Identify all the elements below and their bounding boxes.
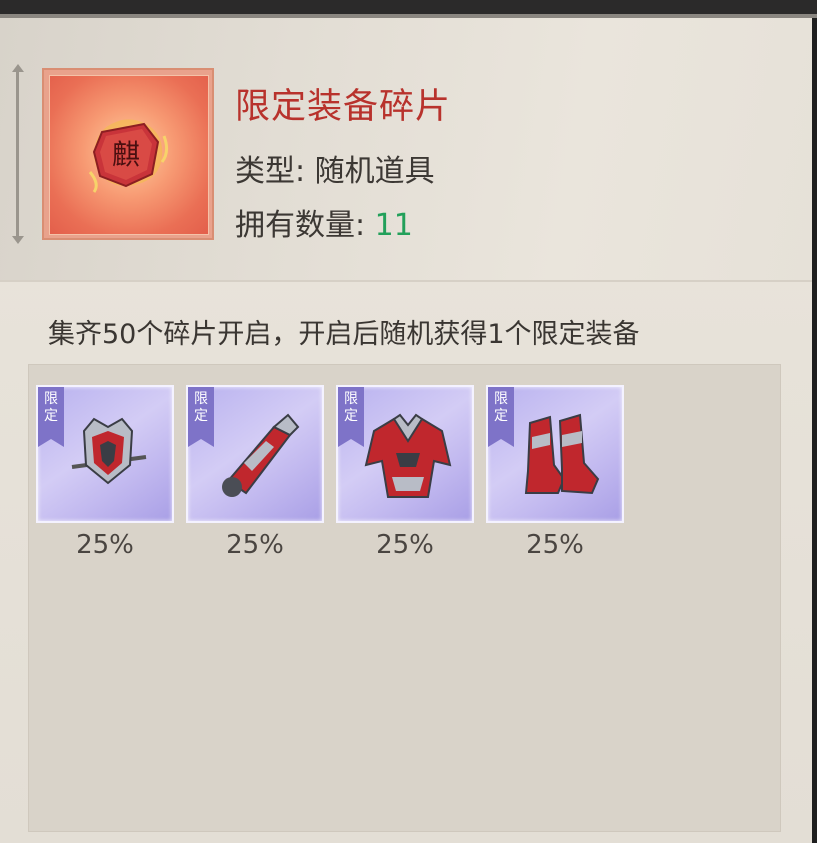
scroll-track[interactable] [16, 72, 19, 238]
item-type-label: 类型: [235, 154, 315, 189]
item-count-value: 11 [374, 208, 413, 243]
reward-item-2[interactable]: 限定 [186, 385, 324, 523]
reward-item-3[interactable]: 限定 [336, 385, 474, 523]
item-description: 集齐50个碎片开启，开启后随机获得1个限定装备 [48, 319, 640, 350]
reward-item-4[interactable]: 限定 [486, 385, 624, 523]
reward-item-1[interactable]: 限定 [36, 385, 174, 523]
header-divider [0, 280, 812, 282]
top-bar [0, 0, 817, 14]
item-icon-background: 麒 [49, 75, 209, 235]
item-count: 拥有数量: 11 [235, 200, 413, 244]
item-name: 限定装备碎片 [235, 87, 452, 127]
reward-chance-3: 25% [376, 530, 434, 560]
item-type: 类型: 随机道具 [235, 146, 435, 190]
reward-chance-4: 25% [526, 530, 584, 560]
panel-edge [812, 18, 817, 843]
gauntlet-icon [222, 413, 300, 497]
helmet-icon [71, 417, 147, 485]
boots-icon [524, 413, 600, 495]
armor-icon [364, 413, 452, 498]
scroll-up-arrow-icon[interactable] [11, 64, 24, 72]
reward-chance-1: 25% [76, 530, 134, 560]
item-icon-frame: 麒 [42, 68, 214, 240]
item-count-label: 拥有数量: [235, 208, 375, 243]
fragment-character: 麒 [112, 138, 140, 171]
scroll-down-arrow-icon[interactable] [11, 236, 24, 244]
item-type-value: 随机道具 [314, 154, 435, 189]
reward-chance-2: 25% [226, 530, 284, 560]
fragment-qi-icon: 麒 [88, 119, 169, 193]
